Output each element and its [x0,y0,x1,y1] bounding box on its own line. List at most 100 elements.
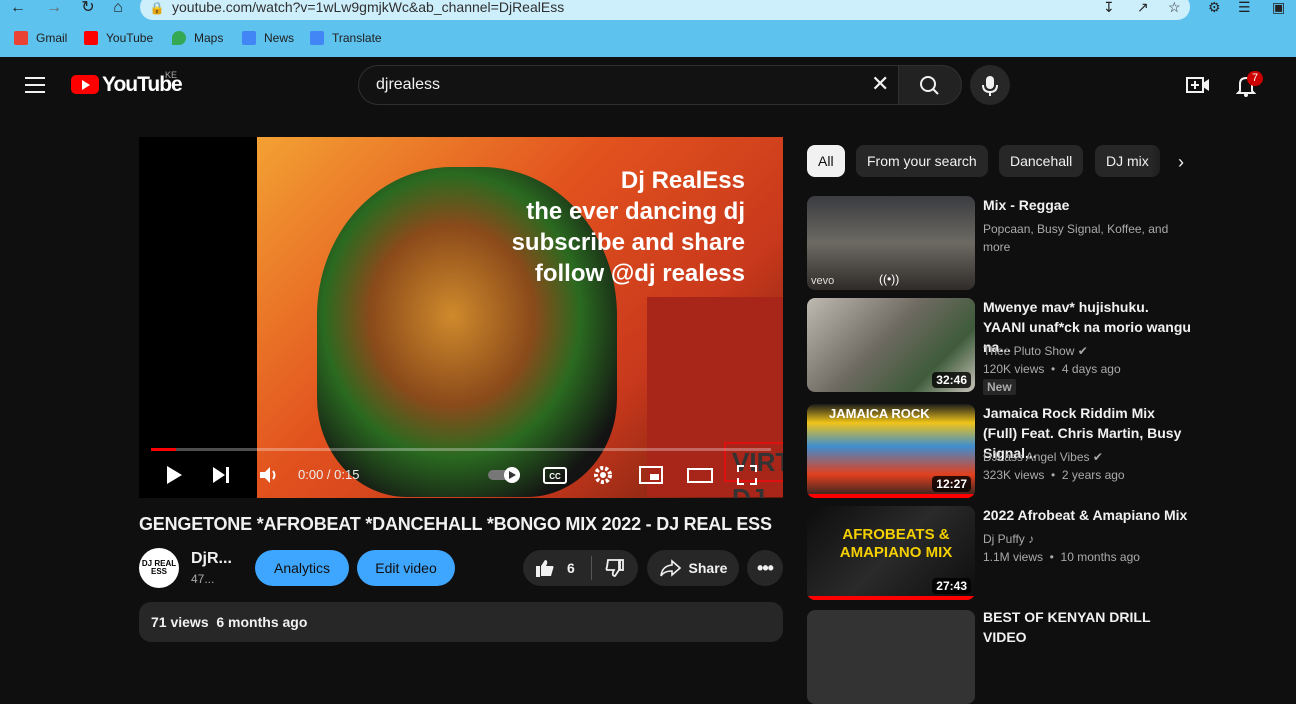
rec-title[interactable]: 2022 Afrobeat & Amapiano Mix [983,505,1193,525]
like-dislike-group: 6 [523,550,638,586]
chip-from-your-search[interactable]: From your search [856,145,988,177]
search-icon [920,76,939,95]
video-overlay-text: Dj RealEss the ever dancing dj subscribe… [512,165,745,289]
thumbnail-jamaica-rock[interactable]: JAMAICA ROCK 12:27 [807,404,975,498]
dislike-button[interactable] [605,558,625,578]
chip-all[interactable]: All [807,145,845,177]
play-button[interactable] [164,464,184,491]
mute-button[interactable] [258,464,280,491]
bookmark-label: Maps [194,31,224,45]
rec-meta: 1.1M views • 10 months ago [983,550,1140,564]
watched-progress [807,596,975,600]
thumbs-down-icon [605,559,624,577]
more-actions-button[interactable]: ••• [747,550,783,586]
live-mix-icon: ((•)) [879,272,900,286]
bookmark-label: Translate [332,31,382,45]
next-button[interactable] [211,464,231,491]
bookmark-youtube[interactable]: YouTube [84,30,153,46]
news-icon [242,31,256,45]
thumbnail-text: JAMAICA ROCK [829,406,930,421]
svg-text:CC: CC [549,472,561,481]
clear-search-icon[interactable]: ✕ [871,72,889,96]
video-title: GENGETONE *AFROBEAT *DANCEHALL *BONGO MI… [139,514,772,534]
rec-meta: 323K views • 2 years ago [983,468,1125,482]
theater-mode-button[interactable] [687,464,713,491]
duration-badge: 27:43 [932,578,971,594]
rec-title[interactable]: Mix - Reggae [983,195,1193,215]
reading-list-icon[interactable]: ☰ [1238,0,1251,14]
bookmark-star-icon[interactable]: ☆ [1168,0,1181,14]
bookmark-maps[interactable]: Maps [172,30,223,46]
menu-icon[interactable] [25,77,45,93]
side-panel-icon[interactable]: ▣ [1272,0,1285,14]
play-icon [167,466,182,484]
bookmark-news[interactable]: News [242,30,294,46]
url-text[interactable]: youtube.com/watch?v=1wLw9gmjkWc&ab_chann… [172,0,564,14]
captions-icon: CC [543,467,567,484]
search-query[interactable]: djrealess [376,76,440,94]
extensions-icon[interactable]: ⚙ [1208,0,1221,14]
rec-channel[interactable]: Dj Puffy ♪ [983,530,1034,548]
thumbnail-afrobeat-amapiano[interactable]: AFROBEATS & AMAPIANO MIX 27:43 [807,506,975,600]
gear-icon [594,466,612,484]
share-arrow-icon [659,559,681,577]
edit-video-button[interactable]: Edit video [357,550,455,586]
rec-channel[interactable]: Thee Pluto Show ✔ [983,342,1088,360]
share-page-icon[interactable]: ↗ [1137,0,1149,14]
bookmark-label: News [264,31,295,45]
fullscreen-button[interactable] [736,464,758,491]
music-note-icon: ♪ [1028,532,1035,546]
autoplay-toggle[interactable] [487,466,523,489]
new-badge: New [983,379,1016,395]
verified-icon: ✔ [1092,450,1103,464]
bookmark-label: Gmail [36,31,68,45]
thumbnail-kenyan-drill[interactable] [807,610,975,704]
thumbnail-mix-reggae[interactable]: vevo ((•)) [807,196,975,290]
miniplayer-icon [639,466,663,484]
rec-meta: Popcaan, Busy Signal, Koffee, and [983,222,1169,236]
video-frame: Dj RealEss the ever dancing dj subscribe… [257,137,783,498]
miniplayer-button[interactable] [639,464,663,491]
notification-badge: 7 [1247,71,1264,86]
rec-channel[interactable]: DJLass Angel Vibes ✔ [983,448,1103,466]
like-button[interactable]: 6 [535,558,575,578]
rec-title[interactable]: BEST OF KENYAN DRILL VIDEO [983,607,1193,647]
progress-bar[interactable] [151,448,771,451]
duration-badge: 32:46 [932,372,971,388]
back-arrow-icon[interactable]: ← [6,0,30,18]
create-video-icon [1186,77,1209,93]
thumbnail-text: AFROBEATS & AMAPIANO MIX [839,526,953,561]
channel-avatar[interactable]: DJ REAL ESS [139,548,179,588]
create-video-button[interactable] [1186,75,1210,100]
overlay-line: the ever dancing dj [526,198,745,225]
captions-button[interactable]: CC [543,464,567,491]
thumbnail-pluto-show[interactable]: 32:46 [807,298,975,392]
country-code: KE [165,70,178,80]
time-display: 0:00 / 0:15 [298,467,360,482]
channel-name[interactable]: DjR... [191,550,232,568]
video-player[interactable]: Dj RealEss the ever dancing dj subscribe… [139,137,783,498]
share-label: Share [688,560,728,576]
chevron-right-icon[interactable]: › [1178,152,1184,173]
reload-icon[interactable]: ↻ [76,0,100,18]
home-icon[interactable]: ⌂ [106,0,130,18]
channel-label: Thee Pluto Show [983,344,1075,358]
overlay-line: subscribe and share [511,229,745,256]
progress-played [151,448,176,451]
bookmark-translate[interactable]: Translate [310,30,382,46]
chip-dancehall[interactable]: Dancehall [999,145,1084,177]
search-button[interactable] [898,65,962,105]
thumbs-up-icon [536,560,554,577]
share-button[interactable]: Share [647,550,739,586]
voice-search-button[interactable] [970,65,1010,105]
rec-meta: 120K views • 4 days ago [983,362,1121,376]
more-horizontal-icon: ••• [757,557,774,578]
bookmark-gmail[interactable]: Gmail [14,30,67,46]
lock-icon[interactable]: 🔒 [145,0,169,18]
install-icon[interactable]: ↧ [1103,0,1115,14]
overlay-line: Dj RealEss [620,167,745,194]
forward-arrow-icon[interactable]: → [42,0,66,18]
settings-button[interactable] [592,464,614,491]
channel-label: Dj Puffy [983,532,1025,546]
analytics-button[interactable]: Analytics [255,550,349,586]
